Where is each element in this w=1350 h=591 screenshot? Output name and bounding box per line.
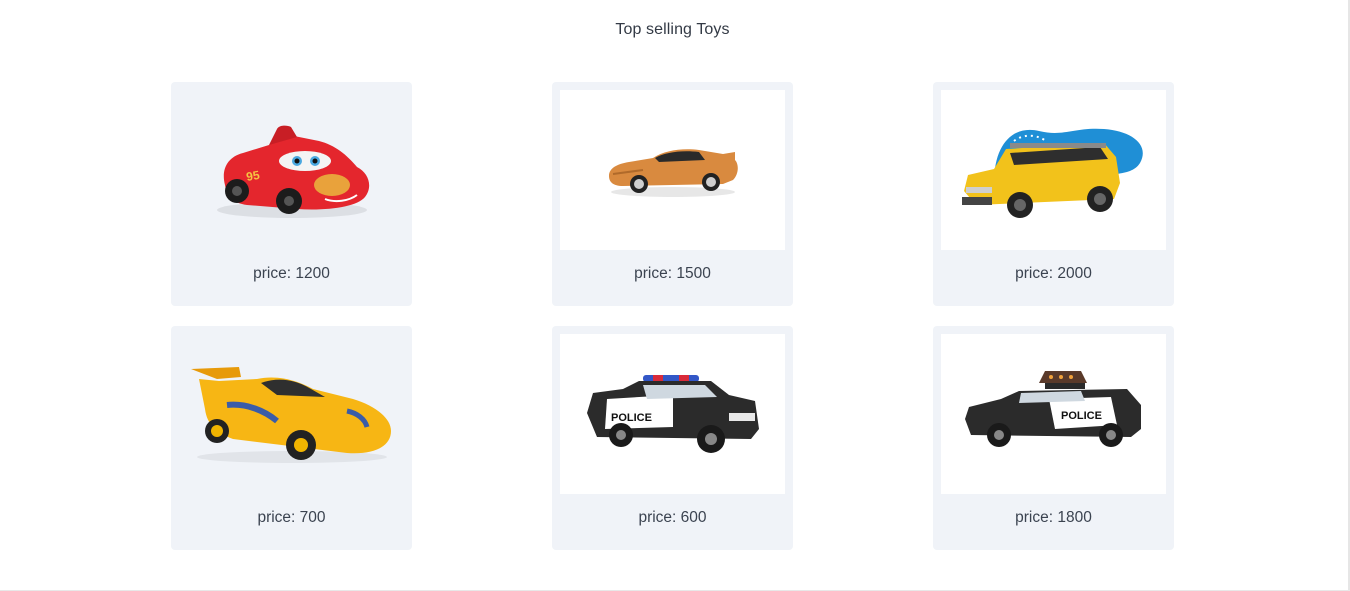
- product-card[interactable]: 95 price: 1200: [171, 82, 412, 306]
- yellow-race-car-icon: [190, 367, 391, 463]
- police-suv-icon: POLICE: [965, 371, 1141, 447]
- police-car-icon: POLICE: [586, 375, 759, 453]
- svg-text:95: 95: [245, 168, 261, 184]
- product-card[interactable]: POLICE price: 600: [552, 326, 793, 550]
- product-image[interactable]: 95: [179, 90, 404, 250]
- svg-text:POLICE: POLICE: [611, 412, 652, 424]
- product-price: price: 2000: [1015, 265, 1092, 282]
- svg-text:POLICE: POLICE: [1061, 410, 1102, 422]
- product-price: price: 1200: [253, 265, 330, 282]
- product-price: price: 600: [638, 509, 707, 526]
- product-card[interactable]: price: 700: [171, 326, 412, 550]
- orange-sports-car-icon: [608, 149, 738, 197]
- product-image[interactable]: POLICE: [560, 334, 785, 494]
- product-price: price: 1500: [634, 265, 711, 282]
- product-image[interactable]: [941, 90, 1166, 250]
- product-image[interactable]: [560, 90, 785, 250]
- product-price: price: 1800: [1015, 509, 1092, 526]
- page-title: Top selling Toys: [615, 21, 730, 38]
- product-grid: 95 price: 1200 price: 1500 price: 2000 p…: [171, 82, 1174, 550]
- product-card[interactable]: price: 1500: [552, 82, 793, 306]
- yellow-suv-icon: [961, 128, 1143, 218]
- product-image[interactable]: [179, 334, 404, 494]
- product-card[interactable]: price: 2000: [933, 82, 1174, 306]
- product-image[interactable]: POLICE: [941, 334, 1166, 494]
- product-price: price: 700: [257, 509, 326, 526]
- red-race-car-icon: 95: [216, 125, 369, 218]
- page: Top selling Toys 95 price: 1200 price: 1…: [0, 0, 1350, 591]
- product-card[interactable]: POLICE price: 1800: [933, 326, 1174, 550]
